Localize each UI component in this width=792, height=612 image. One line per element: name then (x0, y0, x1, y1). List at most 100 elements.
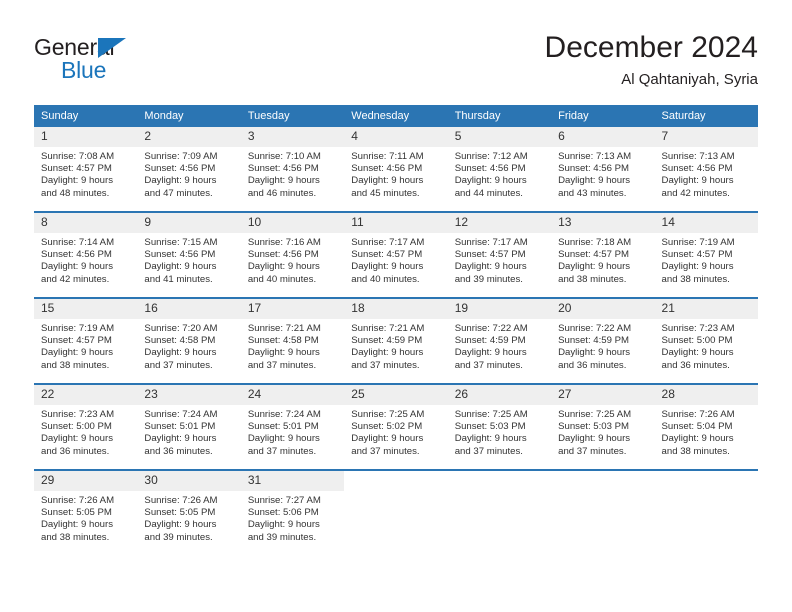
calendar-day-cell[interactable]: 19 Sunrise: 7:22 AM Sunset: 4:59 PM Dayli… (447, 297, 552, 384)
calendar-day-cell[interactable]: 9 Sunrise: 7:15 AM Sunset: 4:56 PM Daylig… (137, 211, 241, 298)
calendar-day-cell[interactable]: 30 Sunrise: 7:26 AM Sunset: 5:05 PM Dayli… (137, 469, 241, 555)
calendar-day-cell[interactable]: 21 Sunrise: 7:23 AM Sunset: 5:00 PM Dayli… (654, 297, 758, 384)
day-number: 15 (34, 299, 138, 319)
day-number: 16 (137, 299, 241, 319)
day-sun-info: Sunrise: 7:13 AM Sunset: 4:56 PM Dayligh… (661, 151, 735, 199)
weekday-header-wednesday: Wednesday (344, 105, 448, 127)
calendar-body: 1 Sunrise: 7:08 AM Sunset: 4:57 PM Daylig… (34, 127, 758, 555)
calendar-day-cell[interactable]: 17 Sunrise: 7:21 AM Sunset: 4:58 PM Dayli… (240, 297, 345, 384)
day-number: 29 (34, 471, 138, 491)
calendar-day-cell[interactable]: 27 Sunrise: 7:25 AM Sunset: 5:03 PM Dayli… (551, 383, 655, 470)
calendar-day-cell[interactable]: 31 Sunrise: 7:27 AM Sunset: 5:06 PM Dayli… (240, 469, 345, 555)
day-number: 23 (137, 385, 241, 405)
day-sun-info: Sunrise: 7:09 AM Sunset: 4:56 PM Dayligh… (144, 151, 218, 199)
day-sun-info: Sunrise: 7:23 AM Sunset: 5:00 PM Dayligh… (41, 409, 115, 457)
day-sun-info: Sunrise: 7:26 AM Sunset: 5:05 PM Dayligh… (144, 495, 218, 543)
day-number: 8 (34, 213, 138, 233)
logo-triangle-icon (98, 38, 126, 58)
day-sun-info: Sunrise: 7:17 AM Sunset: 4:57 PM Dayligh… (351, 237, 425, 285)
calendar-day-cell[interactable]: 10 Sunrise: 7:16 AM Sunset: 4:56 PM Dayli… (240, 211, 345, 298)
weekday-header-sunday: Sunday (34, 105, 138, 127)
day-sun-info: Sunrise: 7:19 AM Sunset: 4:57 PM Dayligh… (661, 237, 735, 285)
page-subtitle: Al Qahtaniyah, Syria (621, 71, 758, 88)
calendar-day-cell[interactable]: 7 Sunrise: 7:13 AM Sunset: 4:56 PM Daylig… (654, 127, 758, 212)
day-number: 14 (654, 213, 758, 233)
calendar-day-cell[interactable]: 29 Sunrise: 7:26 AM Sunset: 5:05 PM Dayli… (34, 469, 138, 555)
day-sun-info: Sunrise: 7:26 AM Sunset: 5:04 PM Dayligh… (661, 409, 735, 457)
calendar-day-cell[interactable]: 26 Sunrise: 7:25 AM Sunset: 5:03 PM Dayli… (447, 383, 552, 470)
calendar-day-cell[interactable]: 1 Sunrise: 7:08 AM Sunset: 4:57 PM Daylig… (34, 127, 138, 212)
general-blue-logo[interactable]: General Blue (34, 34, 214, 90)
calendar-day-cell[interactable]: 23 Sunrise: 7:24 AM Sunset: 5:01 PM Dayli… (137, 383, 241, 470)
day-number: 9 (137, 213, 241, 233)
day-sun-info: Sunrise: 7:17 AM Sunset: 4:57 PM Dayligh… (454, 237, 528, 285)
day-number (551, 471, 654, 491)
page-title: December 2024 (544, 31, 758, 64)
calendar-day-cell-empty (344, 469, 448, 555)
day-sun-info: Sunrise: 7:11 AM Sunset: 4:56 PM Dayligh… (351, 151, 424, 199)
calendar-week-row: 15 Sunrise: 7:19 AM Sunset: 4:57 PM Dayli… (34, 297, 758, 384)
day-sun-info: Sunrise: 7:20 AM Sunset: 4:58 PM Dayligh… (144, 323, 218, 371)
day-number: 2 (137, 127, 241, 147)
day-number: 31 (240, 471, 345, 491)
weekday-header-thursday: Thursday (447, 105, 552, 127)
day-number (655, 471, 758, 491)
day-sun-info: Sunrise: 7:12 AM Sunset: 4:56 PM Dayligh… (454, 151, 528, 199)
calendar-day-cell[interactable]: 13 Sunrise: 7:18 AM Sunset: 4:57 PM Dayli… (551, 211, 655, 298)
day-number: 22 (34, 385, 138, 405)
day-sun-info: Sunrise: 7:24 AM Sunset: 5:01 PM Dayligh… (247, 409, 321, 457)
calendar-day-cell[interactable]: 14 Sunrise: 7:19 AM Sunset: 4:57 PM Dayli… (654, 211, 758, 298)
day-number: 18 (344, 299, 448, 319)
day-number: 13 (551, 213, 655, 233)
calendar-day-cell[interactable]: 4 Sunrise: 7:11 AM Sunset: 4:56 PM Daylig… (344, 127, 448, 212)
day-sun-info: Sunrise: 7:16 AM Sunset: 4:56 PM Dayligh… (247, 237, 321, 285)
weekday-header-saturday: Saturday (654, 105, 758, 127)
calendar-day-cell-empty (447, 469, 552, 555)
day-number (448, 471, 551, 491)
day-number (344, 471, 447, 491)
calendar-day-cell[interactable]: 6 Sunrise: 7:13 AM Sunset: 4:56 PM Daylig… (551, 127, 655, 212)
day-sun-info: Sunrise: 7:25 AM Sunset: 5:03 PM Dayligh… (454, 409, 528, 457)
day-sun-info: Sunrise: 7:19 AM Sunset: 4:57 PM Dayligh… (41, 323, 115, 371)
day-sun-info (344, 491, 447, 495)
calendar-day-cell[interactable]: 25 Sunrise: 7:25 AM Sunset: 5:02 PM Dayli… (344, 383, 448, 470)
calendar-day-cell[interactable]: 28 Sunrise: 7:26 AM Sunset: 5:04 PM Dayli… (654, 383, 758, 470)
weekday-header-monday: Monday (137, 105, 241, 127)
day-number: 28 (654, 385, 758, 405)
calendar-day-cell-empty (654, 469, 758, 555)
day-number: 27 (551, 385, 655, 405)
calendar-day-cell[interactable]: 15 Sunrise: 7:19 AM Sunset: 4:57 PM Dayli… (34, 297, 138, 384)
day-number: 7 (654, 127, 758, 147)
calendar-day-cell[interactable]: 24 Sunrise: 7:24 AM Sunset: 5:01 PM Dayli… (240, 383, 345, 470)
calendar-day-cell[interactable]: 3 Sunrise: 7:10 AM Sunset: 4:56 PM Daylig… (240, 127, 345, 212)
calendar-day-cell[interactable]: 12 Sunrise: 7:17 AM Sunset: 4:57 PM Dayli… (447, 211, 552, 298)
calendar-day-cell[interactable]: 16 Sunrise: 7:20 AM Sunset: 4:58 PM Dayli… (137, 297, 241, 384)
calendar-week-row: 29 Sunrise: 7:26 AM Sunset: 5:05 PM Dayli… (34, 469, 758, 555)
day-number: 30 (137, 471, 241, 491)
day-sun-info: Sunrise: 7:08 AM Sunset: 4:57 PM Dayligh… (41, 151, 115, 199)
calendar-day-cell[interactable]: 5 Sunrise: 7:12 AM Sunset: 4:56 PM Daylig… (447, 127, 552, 212)
day-sun-info: Sunrise: 7:24 AM Sunset: 5:01 PM Dayligh… (144, 409, 218, 457)
day-sun-info: Sunrise: 7:14 AM Sunset: 4:56 PM Dayligh… (41, 237, 115, 285)
calendar-page: General Blue December 2024 Al Qahtaniyah… (0, 0, 792, 612)
logo-text-blue: Blue (61, 57, 107, 83)
day-sun-info: Sunrise: 7:21 AM Sunset: 4:59 PM Dayligh… (351, 323, 425, 371)
day-number: 17 (240, 299, 345, 319)
day-number: 25 (344, 385, 448, 405)
calendar-header-row: Sunday Monday Tuesday Wednesday Thursday… (34, 105, 758, 127)
calendar-day-cell[interactable]: 22 Sunrise: 7:23 AM Sunset: 5:00 PM Dayli… (34, 383, 138, 470)
calendar-week-row: 8 Sunrise: 7:14 AM Sunset: 4:56 PM Daylig… (34, 211, 758, 298)
calendar-day-cell[interactable]: 2 Sunrise: 7:09 AM Sunset: 4:56 PM Daylig… (137, 127, 241, 212)
day-number: 6 (551, 127, 655, 147)
calendar-day-cell-empty (551, 469, 655, 555)
calendar-day-cell[interactable]: 11 Sunrise: 7:17 AM Sunset: 4:57 PM Dayli… (344, 211, 448, 298)
day-sun-info: Sunrise: 7:10 AM Sunset: 4:56 PM Dayligh… (247, 151, 321, 199)
day-number: 5 (447, 127, 552, 147)
day-number: 20 (551, 299, 655, 319)
calendar-week-row: 22 Sunrise: 7:23 AM Sunset: 5:00 PM Dayli… (34, 383, 758, 470)
calendar-day-cell[interactable]: 20 Sunrise: 7:22 AM Sunset: 4:59 PM Dayli… (551, 297, 655, 384)
calendar-day-cell[interactable]: 18 Sunrise: 7:21 AM Sunset: 4:59 PM Dayli… (344, 297, 448, 384)
calendar-day-cell[interactable]: 8 Sunrise: 7:14 AM Sunset: 4:56 PM Daylig… (34, 211, 138, 298)
day-sun-info: Sunrise: 7:22 AM Sunset: 4:59 PM Dayligh… (454, 323, 528, 371)
day-sun-info: Sunrise: 7:26 AM Sunset: 5:05 PM Dayligh… (41, 495, 115, 543)
